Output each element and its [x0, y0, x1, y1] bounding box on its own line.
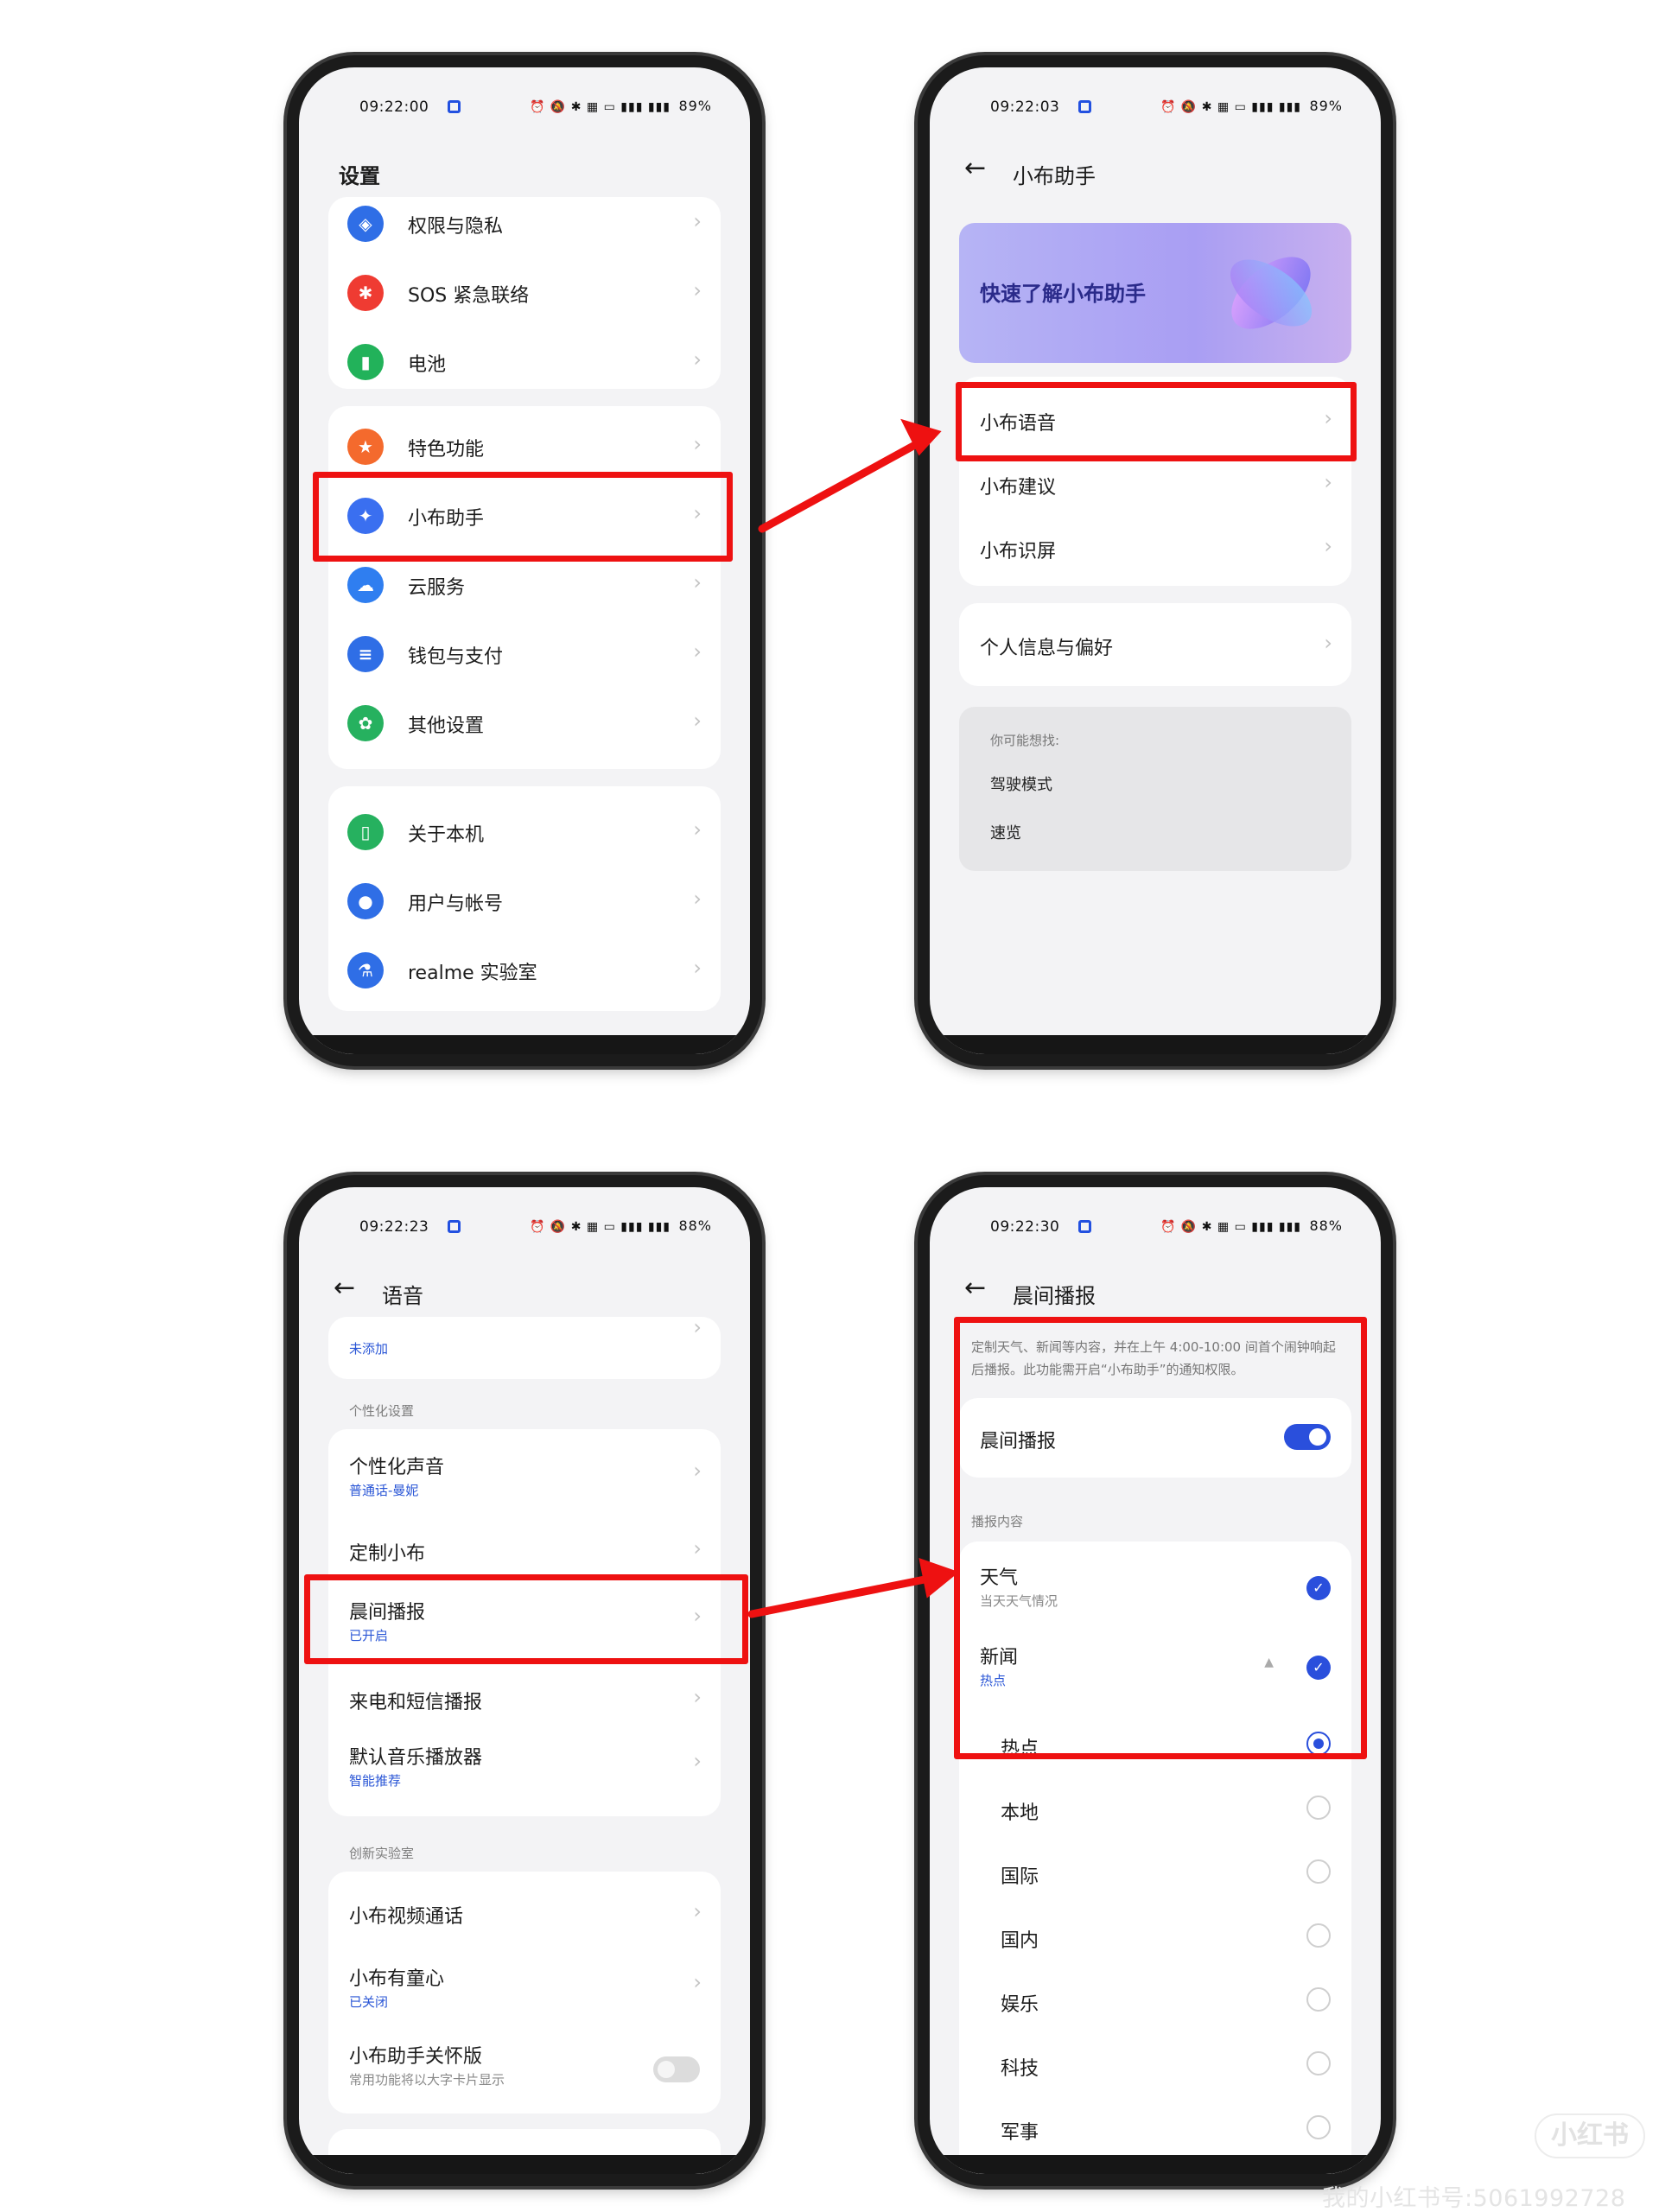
arrow-2 — [747, 1557, 960, 1618]
watermark-logo-text: 小红书 — [1551, 2120, 1629, 2151]
watermark-id: 我的小红书号:5061992728 — [1322, 2185, 1626, 2212]
arrow-overlay — [747, 418, 960, 1618]
watermark-logo: 小红书 — [1535, 2113, 1645, 2158]
arrow-1 — [758, 418, 942, 533]
